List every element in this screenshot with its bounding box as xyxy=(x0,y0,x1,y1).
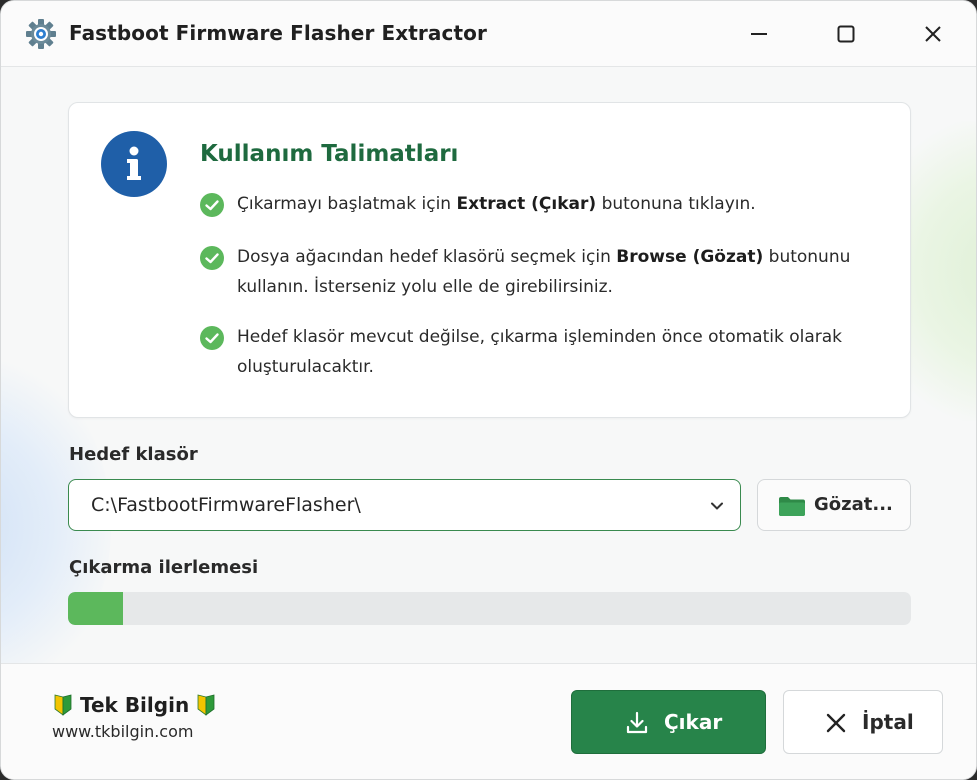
maximize-icon xyxy=(837,25,855,43)
check-circle-icon xyxy=(200,193,224,217)
brand: Tek Bilgin xyxy=(53,693,216,717)
instructions-card: Kullanım Talimatları Çıkarmayı başlatmak… xyxy=(68,102,911,418)
info-icon xyxy=(101,131,167,197)
folder-icon xyxy=(779,497,805,516)
window-title: Fastboot Firmware Flasher Extractor xyxy=(69,21,487,45)
title-bar: Fastboot Firmware Flasher Extractor xyxy=(1,1,976,67)
check-circle-icon xyxy=(200,326,224,350)
extract-label: Çıkar xyxy=(664,710,723,734)
instruction-text: Dosya ağacından hedef klasörü seçmek içi… xyxy=(237,247,851,297)
browse-label: Gözat... xyxy=(814,494,893,515)
progress-fill xyxy=(68,592,123,625)
chevron-down-icon[interactable] xyxy=(706,495,728,517)
cancel-label: İptal xyxy=(862,710,914,734)
maximize-button[interactable] xyxy=(829,17,863,51)
instruction-item: Hedef klasör mevcut değilse, çıkarma işl… xyxy=(200,322,880,382)
brand-name: Tek Bilgin xyxy=(80,693,190,717)
beginner-leaf-icon xyxy=(54,694,72,716)
close-icon xyxy=(925,26,941,42)
extract-button[interactable]: Çıkar xyxy=(571,690,766,754)
app-window: Fastboot Firmware Flasher Extractor Kull… xyxy=(0,0,977,780)
instructions-title: Kullanım Talimatları xyxy=(200,141,459,167)
gear-icon xyxy=(26,19,56,49)
cancel-button[interactable]: İptal xyxy=(783,690,943,754)
progress-label: Çıkarma ilerlemesi xyxy=(69,557,259,578)
beginner-leaf-icon xyxy=(197,694,215,716)
minimize-button[interactable] xyxy=(742,17,776,51)
browse-button[interactable]: Gözat... xyxy=(757,479,911,531)
close-button[interactable] xyxy=(916,17,950,51)
target-folder-combobox[interactable]: C:\FastbootFirmwareFlasher\ xyxy=(68,479,741,531)
instruction-item: Çıkarmayı başlatmak için Extract (Çıkar)… xyxy=(200,189,880,219)
target-folder-label: Hedef klasör xyxy=(69,444,198,465)
target-folder-value[interactable]: C:\FastbootFirmwareFlasher\ xyxy=(91,494,361,516)
close-icon xyxy=(826,713,846,733)
check-circle-icon xyxy=(200,246,224,270)
brand-url: www.tkbilgin.com xyxy=(52,722,194,741)
instruction-text: Hedef klasör mevcut değilse, çıkarma işl… xyxy=(237,327,843,377)
instruction-text: Çıkarmayı başlatmak için Extract (Çıkar)… xyxy=(237,194,756,214)
instruction-item: Dosya ağacından hedef klasörü seçmek içi… xyxy=(200,242,880,302)
footer: Tek Bilgin www.tkbilgin.com Çıkar İptal xyxy=(1,663,976,779)
minimize-icon xyxy=(751,33,767,35)
extraction-progress-bar xyxy=(68,592,911,625)
download-icon xyxy=(626,711,648,734)
